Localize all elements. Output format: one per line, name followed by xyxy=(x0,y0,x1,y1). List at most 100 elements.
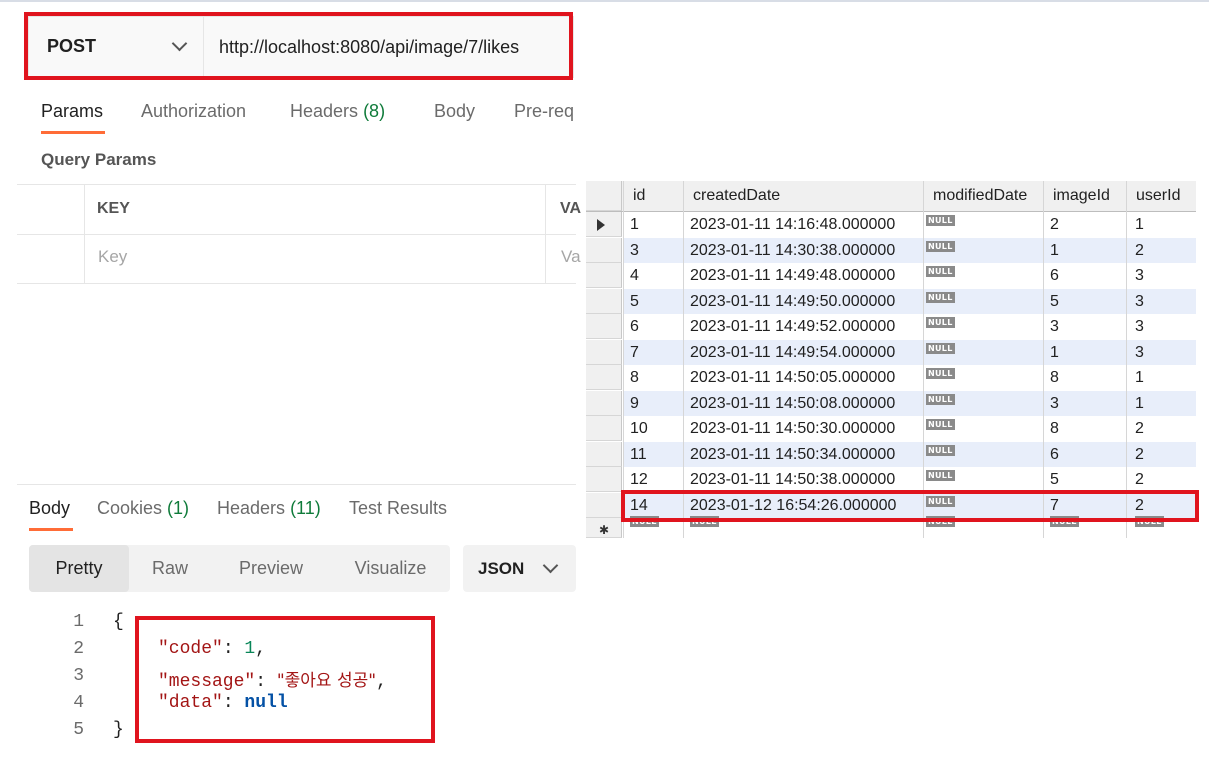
table-row[interactable]: 9 2023-01-11 14:50:08.000000 NULL 3 1 xyxy=(586,390,1196,416)
row-indicator[interactable] xyxy=(586,441,622,467)
table-row[interactable]: 4 2023-01-11 14:49:48.000000 NULL 6 3 xyxy=(586,263,1196,288)
table-row[interactable]: 1 2023-01-11 14:16:48.000000 NULL 2 1 xyxy=(586,212,1196,237)
cell-imageid[interactable]: 3 xyxy=(1050,318,1059,336)
key-input[interactable]: Key xyxy=(98,247,127,267)
column-header-id[interactable]: id xyxy=(633,187,645,205)
cell-userid[interactable]: 2 xyxy=(1135,420,1144,438)
column-header-modifieddate[interactable]: modifiedDate xyxy=(933,187,1027,205)
table-row[interactable]: 8 2023-01-11 14:50:05.000000 NULL 8 1 xyxy=(586,365,1196,390)
tab-pre-request[interactable]: Pre-req xyxy=(514,101,576,122)
row-indicator[interactable] xyxy=(586,212,622,237)
cell-imageid[interactable]: 1 xyxy=(1050,344,1059,362)
cell-id[interactable]: 12 xyxy=(630,471,648,489)
row-indicator[interactable] xyxy=(586,339,622,365)
cell-createddate[interactable]: 2023-01-11 14:49:54.000000 xyxy=(690,344,895,362)
cell-imageid[interactable]: 2 xyxy=(1050,216,1059,234)
response-tab-headers[interactable]: Headers (11) xyxy=(217,498,321,519)
view-pretty-button[interactable]: Pretty xyxy=(29,545,129,592)
cell-userid[interactable]: 1 xyxy=(1135,369,1144,387)
table-row[interactable]: 7 2023-01-11 14:49:54.000000 NULL 1 3 xyxy=(586,339,1196,365)
cell-createddate[interactable]: 2023-01-11 14:50:34.000000 xyxy=(690,446,895,464)
row-indicator[interactable]: ✱ xyxy=(586,518,622,538)
cell-userid[interactable]: 1 xyxy=(1135,216,1144,234)
cell-createddate[interactable]: 2023-01-11 14:49:50.000000 xyxy=(690,293,895,311)
table-row[interactable]: 5 2023-01-11 14:49:50.000000 NULL 5 3 xyxy=(586,288,1196,314)
cell-id[interactable]: 14 xyxy=(630,497,648,515)
row-indicator[interactable] xyxy=(586,314,622,339)
cell-userid[interactable]: 2 xyxy=(1135,471,1144,489)
cell-id[interactable]: 5 xyxy=(630,293,639,311)
response-tab-test-results[interactable]: Test Results xyxy=(349,498,447,519)
table-row[interactable]: 6 2023-01-11 14:49:52.000000 NULL 3 3 xyxy=(586,314,1196,339)
cell-userid[interactable]: 3 xyxy=(1135,267,1144,285)
cell-createddate[interactable]: 2023-01-11 14:49:52.000000 xyxy=(690,318,895,336)
table-row[interactable]: 10 2023-01-11 14:50:30.000000 NULL 8 2 xyxy=(586,416,1196,441)
view-raw-button[interactable]: Raw xyxy=(129,545,211,592)
cell-imageid[interactable]: 3 xyxy=(1050,395,1059,413)
cell-id[interactable]: 4 xyxy=(630,267,639,285)
column-header-userid[interactable]: userId xyxy=(1136,187,1180,205)
cell-id[interactable]: 3 xyxy=(630,242,639,260)
cell-imageid[interactable]: 1 xyxy=(1050,242,1059,260)
cell-imageid[interactable]: 6 xyxy=(1050,267,1059,285)
table-row[interactable]: 11 2023-01-11 14:50:34.000000 NULL 6 2 xyxy=(586,441,1196,467)
row-indicator[interactable] xyxy=(586,237,622,263)
cell-imageid[interactable]: 8 xyxy=(1050,369,1059,387)
cell-userid[interactable]: 2 xyxy=(1135,242,1144,260)
column-header-imageid[interactable]: imageId xyxy=(1053,187,1110,205)
current-row-arrow-icon xyxy=(597,219,605,231)
cell-id[interactable]: 10 xyxy=(630,420,648,438)
cell-imageid[interactable]: 5 xyxy=(1050,471,1059,489)
cell-id[interactable]: 8 xyxy=(630,369,639,387)
cell-userid[interactable]: 2 xyxy=(1135,446,1144,464)
tab-body[interactable]: Body xyxy=(434,101,475,122)
row-indicator[interactable] xyxy=(586,416,622,441)
cell-id[interactable]: 9 xyxy=(630,395,639,413)
row-indicator[interactable] xyxy=(586,492,622,518)
response-tab-cookies[interactable]: Cookies (1) xyxy=(97,498,189,519)
cell-createddate[interactable]: 2023-01-11 14:16:48.000000 xyxy=(690,216,895,234)
cell-createddate[interactable]: 2023-01-11 14:50:05.000000 xyxy=(690,369,895,387)
column-header-createddate[interactable]: createdDate xyxy=(693,187,780,205)
row-indicator[interactable] xyxy=(586,263,622,288)
cell-imageid[interactable]: 7 xyxy=(1050,497,1059,515)
cell-userid[interactable]: 3 xyxy=(1135,344,1144,362)
view-visualize-button[interactable]: Visualize xyxy=(331,545,450,592)
cell-createddate[interactable]: 2023-01-11 14:30:38.000000 xyxy=(690,242,895,260)
response-tab-body[interactable]: Body xyxy=(29,498,70,519)
format-select[interactable]: JSON xyxy=(463,545,576,592)
cell-id[interactable]: 7 xyxy=(630,344,639,362)
table-row[interactable]: 12 2023-01-11 14:50:38.000000 NULL 5 2 xyxy=(586,467,1196,492)
cell-userid[interactable]: 3 xyxy=(1135,318,1144,336)
row-indicator[interactable] xyxy=(586,365,622,390)
new-record-row[interactable]: ✱ NULL NULL NULL NULL NULL xyxy=(586,516,1196,538)
cell-createddate[interactable]: 2023-01-11 14:50:38.000000 xyxy=(690,471,895,489)
cell-imageid[interactable]: 5 xyxy=(1050,293,1059,311)
tab-authorization[interactable]: Authorization xyxy=(141,101,246,122)
cell-userid[interactable]: 2 xyxy=(1135,497,1144,515)
method-select[interactable]: POST xyxy=(29,17,204,77)
line-number: 4 xyxy=(73,693,84,713)
table-row[interactable]: 3 2023-01-11 14:30:38.000000 NULL 1 2 xyxy=(586,237,1196,263)
row-indicator[interactable] xyxy=(586,288,622,314)
line-number: 1 xyxy=(73,612,84,632)
cell-createddate[interactable]: 2023-01-12 16:54:26.000000 xyxy=(690,497,896,515)
view-preview-button[interactable]: Preview xyxy=(211,545,331,592)
cell-imageid[interactable]: 6 xyxy=(1050,446,1059,464)
tab-headers[interactable]: Headers (8) xyxy=(290,101,385,122)
cell-createddate[interactable]: 2023-01-11 14:50:08.000000 xyxy=(690,395,895,413)
table-row[interactable]: 14 2023-01-12 16:54:26.000000 NULL 7 2 xyxy=(586,492,1196,518)
cell-createddate[interactable]: 2023-01-11 14:50:30.000000 xyxy=(690,420,895,438)
cell-userid[interactable]: 1 xyxy=(1135,395,1144,413)
cell-id[interactable]: 11 xyxy=(630,446,647,464)
row-indicator[interactable] xyxy=(586,390,622,416)
row-indicator[interactable] xyxy=(586,467,622,492)
tab-params[interactable]: Params xyxy=(41,101,103,122)
cell-createddate[interactable]: 2023-01-11 14:49:48.000000 xyxy=(690,267,895,285)
cell-id[interactable]: 1 xyxy=(630,216,639,234)
cell-id[interactable]: 6 xyxy=(630,318,639,336)
value-input[interactable]: Va xyxy=(561,247,581,267)
cell-imageid[interactable]: 8 xyxy=(1050,420,1059,438)
cell-userid[interactable]: 3 xyxy=(1135,293,1144,311)
url-input[interactable]: http://localhost:8080/api/image/7/likes xyxy=(219,37,519,58)
